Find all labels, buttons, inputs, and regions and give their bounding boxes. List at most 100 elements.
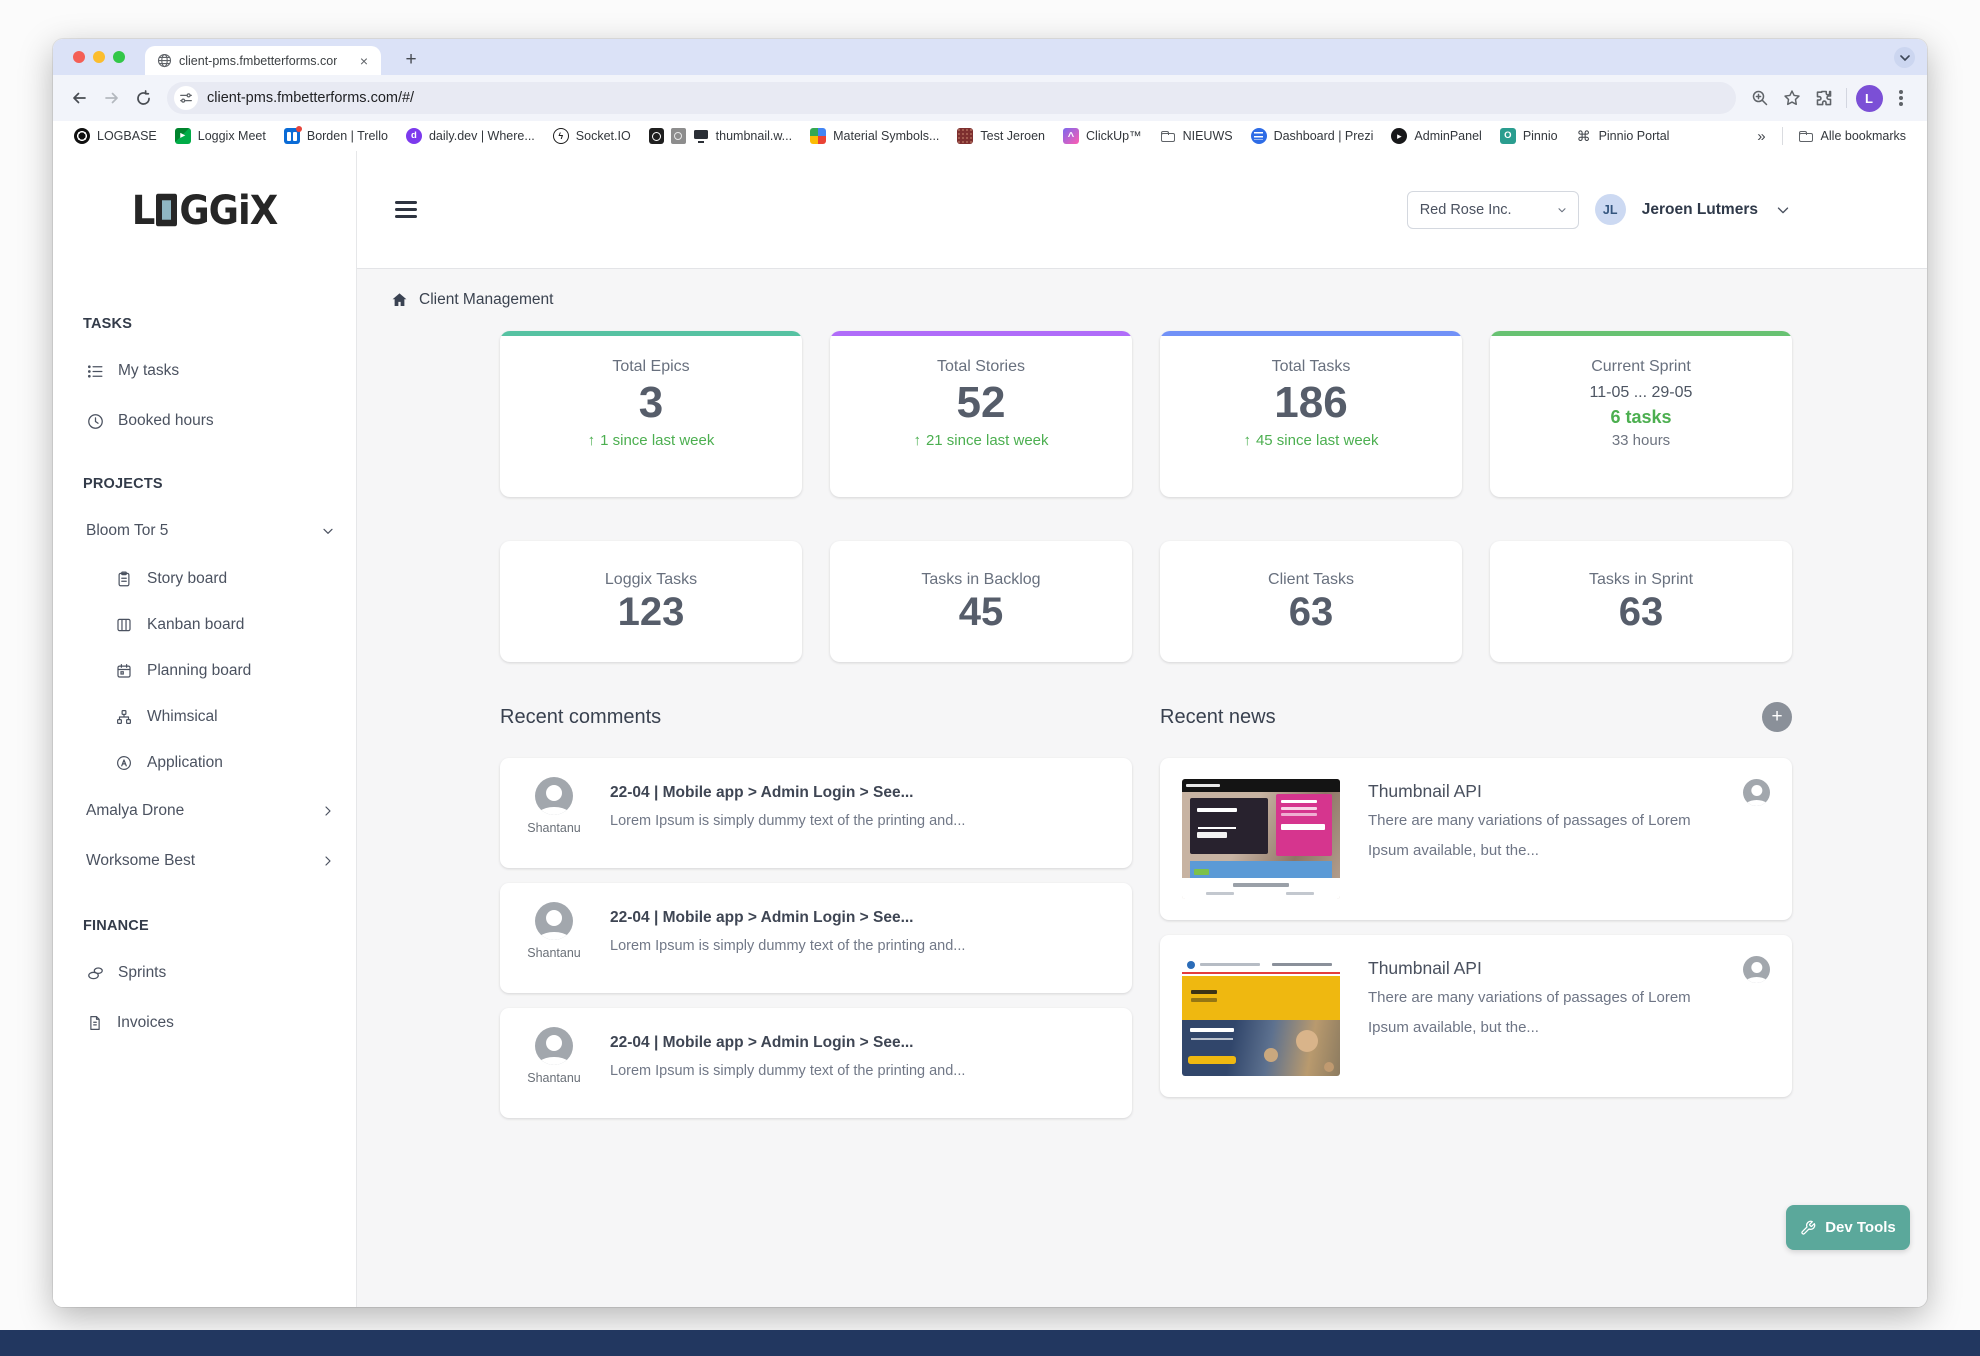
sprint-loop-icon <box>86 964 105 983</box>
company-select[interactable]: Red Rose Inc. <box>1407 191 1579 229</box>
window-minimize-button[interactable] <box>93 51 105 63</box>
user-avatar[interactable]: JL <box>1595 194 1626 225</box>
zoom-icon[interactable] <box>1744 82 1776 114</box>
extensions-icon[interactable] <box>1808 82 1840 114</box>
kanban-icon <box>115 616 133 634</box>
sidebar-item-my-tasks[interactable]: My tasks <box>53 346 356 396</box>
home-icon[interactable] <box>390 291 409 309</box>
recent-news-title: Recent news <box>1160 706 1276 729</box>
comment-card[interactable]: Shantanu 22-04 | Mobile app > Admin Logi… <box>500 1008 1132 1118</box>
toolbar-divider <box>1846 88 1847 108</box>
sidebar-item-sprints[interactable]: Sprints <box>53 948 356 998</box>
window-close-button[interactable] <box>73 51 85 63</box>
tab-strip: client-pms.fmbetterforms.com × + <box>53 39 1927 75</box>
socketio-favicon <box>553 128 569 144</box>
main-content: Client Management Total Epics 3 ↑1 since… <box>358 269 1927 1307</box>
comment-card[interactable]: Shantanu 22-04 | Mobile app > Admin Logi… <box>500 883 1132 993</box>
user-menu-chevron-icon[interactable] <box>1774 201 1792 219</box>
browser-toolbar: client-pms.fmbetterforms.com/#/ L <box>53 75 1927 121</box>
all-bookmarks-button[interactable]: Alle bookmarks <box>1789 124 1915 148</box>
logo-o-mark <box>156 194 177 226</box>
person-avatar-icon <box>535 777 573 815</box>
sidebar-project-amalya-drone[interactable]: Amalya Drone <box>53 786 356 836</box>
bookmark-trello[interactable]: Borden | Trello <box>275 124 397 148</box>
news-card[interactable]: Thumbnail API There are many variations … <box>1160 758 1792 920</box>
site-settings-icon[interactable] <box>174 86 198 110</box>
bookmark-prezi[interactable]: Dashboard | Prezi <box>1242 124 1383 148</box>
sidebar-item-whimsical[interactable]: Whimsical <box>53 694 356 740</box>
comment-body: Lorem Ipsum is simply dummy text of the … <box>610 1063 965 1079</box>
sidebar-item-invoices[interactable]: Invoices <box>53 998 356 1048</box>
org-chart-icon <box>115 708 133 726</box>
browser-window: client-pms.fmbetterforms.com × + client-… <box>53 39 1927 1307</box>
bookmark-test-jeroen[interactable]: Test Jeroen <box>948 124 1054 148</box>
sidebar-project-bloom-tor-5[interactable]: Bloom Tor 5 <box>53 506 356 556</box>
app-root: LGGiX TASKS My tasks Booked hours PROJEC… <box>53 151 1927 1307</box>
hamburger-menu-icon[interactable] <box>395 201 417 218</box>
chevron-right-icon <box>320 853 336 869</box>
bookmark-loggix-meet[interactable]: Loggix Meet <box>166 124 275 148</box>
comment-author: Shantanu <box>527 1071 581 1085</box>
bookmark-socketio[interactable]: Socket.IO <box>544 124 640 148</box>
bookmark-nieuws-folder[interactable]: NIEUWS <box>1151 124 1242 148</box>
stats-row-1: Total Epics 3 ↑1 since last week Total S… <box>500 331 1792 497</box>
add-news-button[interactable]: + <box>1762 702 1792 732</box>
clickup-favicon <box>1063 128 1079 144</box>
bookmark-pinnio[interactable]: Pinnio <box>1491 124 1567 148</box>
bottom-sections: Recent comments Shantanu 22-04 | Mobile … <box>500 700 1792 1133</box>
dev-tools-button[interactable]: Dev Tools <box>1786 1205 1910 1250</box>
bookmark-material-symbols[interactable]: Material Symbols... <box>801 124 948 148</box>
url-bar[interactable]: client-pms.fmbetterforms.com/#/ <box>167 82 1736 114</box>
sidebar-item-kanban-board[interactable]: Kanban board <box>53 602 356 648</box>
bookmark-logbase[interactable]: LOGBASE <box>65 124 166 148</box>
browser-profile-avatar[interactable]: L <box>1853 82 1885 114</box>
card-accent <box>500 331 802 336</box>
reload-button[interactable] <box>127 82 159 114</box>
bookmarks-overflow-icon[interactable]: » <box>1747 128 1775 145</box>
bookmark-dailydev[interactable]: daily.dev | Where... <box>397 124 544 148</box>
test-jeroen-favicon <box>957 128 973 144</box>
loggix-logo[interactable]: LGGiX <box>53 146 356 273</box>
person-avatar-icon <box>1743 956 1770 983</box>
sidebar-item-booked-hours[interactable]: Booked hours <box>53 396 356 446</box>
sidebar-item-story-board[interactable]: Story board <box>53 556 356 602</box>
stat-card-current-sprint: Current Sprint 11-05 ... 29-05 6 tasks 3… <box>1490 331 1792 497</box>
sidebar-heading-tasks: TASKS <box>83 314 356 334</box>
arrow-up-icon: ↑ <box>1243 432 1251 449</box>
arrow-up-icon: ↑ <box>588 432 596 449</box>
person-avatar-icon <box>1743 779 1770 806</box>
sidebar-project-worksome-best[interactable]: Worksome Best <box>53 836 356 886</box>
back-button[interactable] <box>63 82 95 114</box>
sprint-date-range: 11-05 ... 29-05 <box>1590 384 1693 402</box>
sidebar-item-application[interactable]: Application <box>53 740 356 786</box>
sidebar-item-planning-board[interactable]: Planning board <box>53 648 356 694</box>
url-text: client-pms.fmbetterforms.com/#/ <box>207 90 414 106</box>
bookmark-clickup[interactable]: ClickUp™ <box>1054 124 1151 148</box>
bookmark-thumbnail[interactable]: thumbnail.w... <box>640 124 801 148</box>
camera-icon <box>671 128 686 144</box>
browser-menu-icon[interactable] <box>1885 82 1917 114</box>
list-icon <box>86 362 105 381</box>
news-card[interactable]: Thumbnail API There are many variations … <box>1160 935 1792 1097</box>
app-header: Red Rose Inc. JL Jeroen Lutmers <box>357 151 1927 269</box>
tab-search-button[interactable] <box>1894 47 1915 68</box>
bookmark-adminpanel[interactable]: AdminPanel <box>1382 124 1490 148</box>
news-title: Thumbnail API <box>1368 958 1715 979</box>
comment-title: 22-04 | Mobile app > Admin Login > See..… <box>610 1034 965 1052</box>
stat-card-tasks-in-backlog: Tasks in Backlog 45 <box>830 541 1132 662</box>
tab-close-icon[interactable]: × <box>355 52 373 70</box>
forward-button[interactable] <box>95 82 127 114</box>
bookmark-pinnio-portal[interactable]: Pinnio Portal <box>1567 124 1679 148</box>
comment-card[interactable]: Shantanu 22-04 | Mobile app > Admin Logi… <box>500 758 1132 868</box>
new-tab-button[interactable]: + <box>397 46 425 74</box>
bookmark-star-icon[interactable] <box>1776 82 1808 114</box>
news-thumbnail <box>1182 779 1340 899</box>
stat-card-client-tasks: Client Tasks 63 <box>1160 541 1462 662</box>
comment-body: Lorem Ipsum is simply dummy text of the … <box>610 938 965 954</box>
browser-tab[interactable]: client-pms.fmbetterforms.com × <box>145 46 381 75</box>
select-chevron-icon <box>1556 204 1568 216</box>
window-zoom-button[interactable] <box>113 51 125 63</box>
invoice-icon <box>86 1014 104 1032</box>
sprint-hours: 33 hours <box>1612 432 1670 449</box>
news-body: There are many variations of passages of… <box>1368 983 1715 1043</box>
